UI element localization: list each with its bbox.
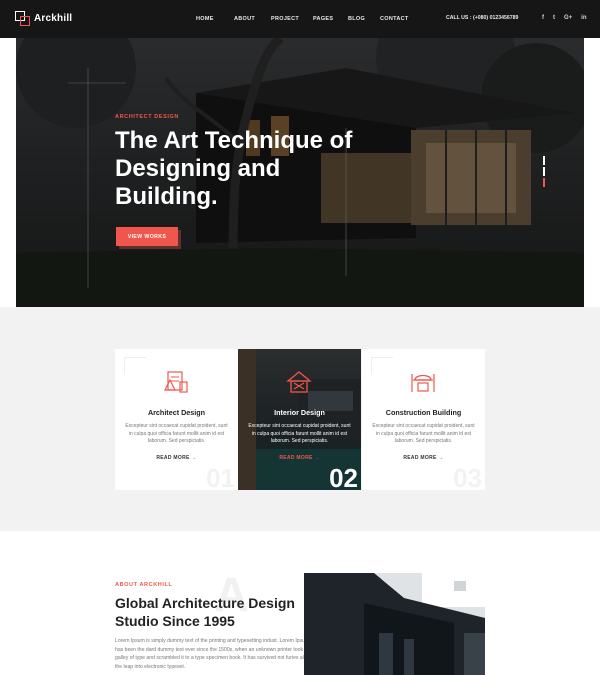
- brand-logo[interactable]: Arckhill: [15, 11, 73, 26]
- about-label: ABOUT ARCKHILL: [115, 582, 173, 588]
- hero-title: The Art Technique of Designing and Build…: [115, 127, 353, 210]
- about-building-image: [304, 573, 485, 675]
- arrow-right-icon: →: [314, 455, 320, 461]
- read-more-label: READ MORE: [279, 455, 313, 461]
- arrow-right-icon: →: [438, 455, 444, 461]
- card-description: Excepteur sint occaecat cupidat proident…: [248, 423, 351, 444]
- service-card-interior[interactable]: Interior Design Excepteur sint occaecat …: [238, 349, 361, 490]
- read-more-label: READ MORE: [156, 455, 190, 461]
- google-plus-icon[interactable]: G+: [564, 14, 572, 22]
- call-us-text: CALL US : (+080) 0123456789: [446, 15, 519, 21]
- service-card-architect[interactable]: Architect Design Excepteur sint occaecat…: [115, 349, 238, 490]
- architect-design-icon: [164, 371, 188, 393]
- interior-design-icon: [286, 371, 312, 393]
- card-corner-lines: [371, 357, 393, 375]
- card-description: Excepteur sint occaecat cupidat proident…: [125, 423, 228, 444]
- read-more-link[interactable]: READ MORE →: [238, 455, 361, 461]
- brand-name: Arckhill: [34, 12, 73, 24]
- arrow-right-icon: →: [191, 455, 197, 461]
- view-works-button[interactable]: VIEW WORKS: [116, 227, 178, 246]
- read-more-link[interactable]: READ MORE →: [115, 455, 238, 461]
- card-title: Architect Design: [147, 408, 206, 417]
- nav-pages[interactable]: PAGES: [313, 16, 333, 22]
- card-title: Construction Building: [385, 408, 462, 417]
- nav-blog[interactable]: BLOG: [348, 16, 365, 22]
- logo-icon: [15, 11, 30, 26]
- slide-dot-3[interactable]: [543, 178, 545, 187]
- card-title: Interior Design: [274, 408, 325, 417]
- linkedin-icon[interactable]: in: [581, 14, 586, 22]
- hero-banner: ARCHITECT DESIGN The Art Technique of De…: [16, 38, 584, 307]
- read-more-link[interactable]: READ MORE →: [362, 455, 485, 461]
- social-links: f t G+ in: [542, 14, 587, 22]
- nav-home[interactable]: HOME: [196, 16, 214, 22]
- nav-contact[interactable]: CONTACT: [380, 16, 409, 22]
- top-navbar: Arckhill HOME ABOUT PROJECT PAGES BLOG C…: [0, 0, 600, 38]
- slider-indicator: [543, 156, 545, 188]
- card-corner-lines: [124, 357, 146, 375]
- construction-building-icon: [411, 374, 435, 392]
- card-number: 02: [329, 463, 358, 490]
- nav-about[interactable]: ABOUT: [234, 16, 255, 22]
- card-number: 03: [453, 463, 482, 490]
- hero-label: ARCHITECT DESIGN: [115, 114, 179, 120]
- slide-dot-1[interactable]: [543, 156, 545, 165]
- nav-project[interactable]: PROJECT: [271, 16, 299, 22]
- twitter-icon[interactable]: t: [553, 14, 555, 22]
- card-number: 01: [206, 463, 235, 490]
- card-description: Excepteur sint occaecat cupidat proident…: [372, 423, 475, 444]
- facebook-icon[interactable]: f: [542, 14, 544, 22]
- read-more-label: READ MORE: [403, 455, 437, 461]
- slide-dot-2[interactable]: [543, 167, 545, 176]
- about-title: Global Architecture Design Studio Since …: [115, 595, 295, 629]
- service-card-construction[interactable]: Construction Building Excepteur sint occ…: [362, 349, 485, 490]
- about-text: Lorem Ipsum is simply dummy text of the …: [115, 638, 310, 670]
